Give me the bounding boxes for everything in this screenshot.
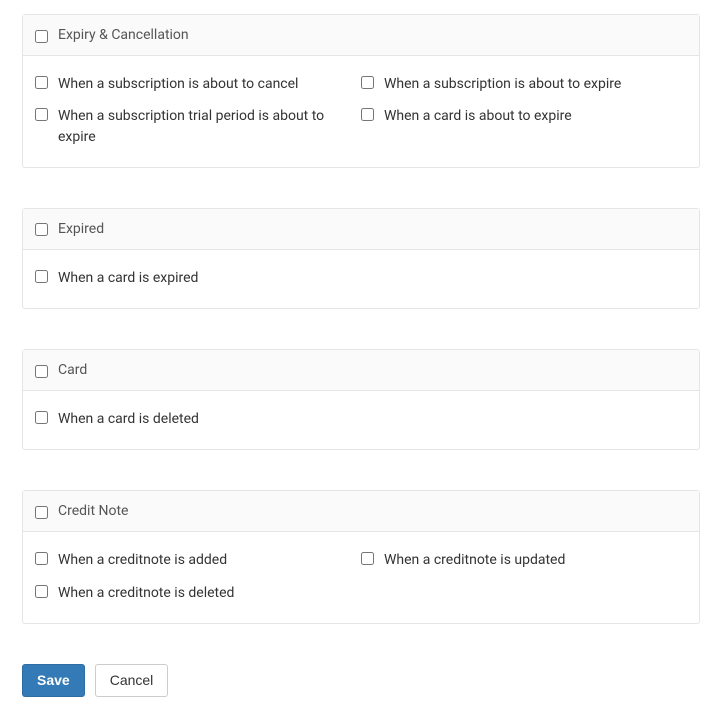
item-trial-about-expire: When a subscription trial period is abou… <box>35 100 361 153</box>
section-title: Credit Note <box>58 503 128 519</box>
checkbox-creditnote-updated[interactable] <box>361 552 374 565</box>
item-label: When a creditnote is added <box>58 550 247 570</box>
item-card-expired: When a card is expired <box>35 262 687 294</box>
item-creditnote-deleted: When a creditnote is deleted <box>35 577 361 609</box>
section-card: Card When a card is deleted <box>22 349 700 450</box>
checkbox-subscription-about-cancel[interactable] <box>35 76 48 89</box>
checkbox-card-expired[interactable] <box>35 270 48 283</box>
item-subscription-about-expire: When a subscription is about to expire <box>361 68 687 100</box>
section-header: Expiry & Cancellation <box>23 15 699 56</box>
section-expiry-cancellation: Expiry & Cancellation When a subscriptio… <box>22 14 700 168</box>
item-label: When a card is deleted <box>58 409 219 429</box>
item-label: When a creditnote is deleted <box>58 583 254 603</box>
section-checkbox-card[interactable] <box>35 365 48 378</box>
item-creditnote-added: When a creditnote is added <box>35 544 361 576</box>
item-label: When a subscription trial period is abou… <box>58 106 361 147</box>
section-header: Card <box>23 350 699 391</box>
item-label: When a subscription is about to cancel <box>58 74 318 94</box>
item-card-deleted: When a card is deleted <box>35 403 687 435</box>
cancel-button[interactable]: Cancel <box>95 664 169 697</box>
save-button[interactable]: Save <box>22 664 85 697</box>
item-label: When a card is expired <box>58 268 218 288</box>
section-body: When a card is deleted <box>23 391 699 449</box>
checkbox-creditnote-added[interactable] <box>35 552 48 565</box>
item-card-about-expire: When a card is about to expire <box>361 100 687 153</box>
section-header: Expired <box>23 209 699 250</box>
section-checkbox-credit-note[interactable] <box>35 506 48 519</box>
section-credit-note: Credit Note When a creditnote is added W… <box>22 490 700 624</box>
checkbox-card-deleted[interactable] <box>35 411 48 424</box>
section-checkbox-expiry-cancellation[interactable] <box>35 30 48 43</box>
item-subscription-about-cancel: When a subscription is about to cancel <box>35 68 361 100</box>
item-label: When a creditnote is updated <box>384 550 585 570</box>
checkbox-subscription-about-expire[interactable] <box>361 76 374 89</box>
checkbox-card-about-expire[interactable] <box>361 108 374 121</box>
section-title: Expiry & Cancellation <box>58 27 189 43</box>
checkbox-trial-about-expire[interactable] <box>35 108 48 121</box>
section-body: When a subscription is about to cancel W… <box>23 56 699 167</box>
checkbox-creditnote-deleted[interactable] <box>35 585 48 598</box>
section-title: Expired <box>58 221 104 237</box>
section-header: Credit Note <box>23 491 699 532</box>
item-label: When a subscription is about to expire <box>384 74 641 94</box>
item-label: When a card is about to expire <box>384 106 592 126</box>
section-title: Card <box>58 362 87 378</box>
section-checkbox-expired[interactable] <box>35 223 48 236</box>
action-bar: Save Cancel <box>22 664 700 697</box>
section-body: When a card is expired <box>23 250 699 308</box>
item-creditnote-updated: When a creditnote is updated <box>361 544 687 576</box>
section-expired: Expired When a card is expired <box>22 208 700 309</box>
section-body: When a creditnote is added When a credit… <box>23 532 699 623</box>
